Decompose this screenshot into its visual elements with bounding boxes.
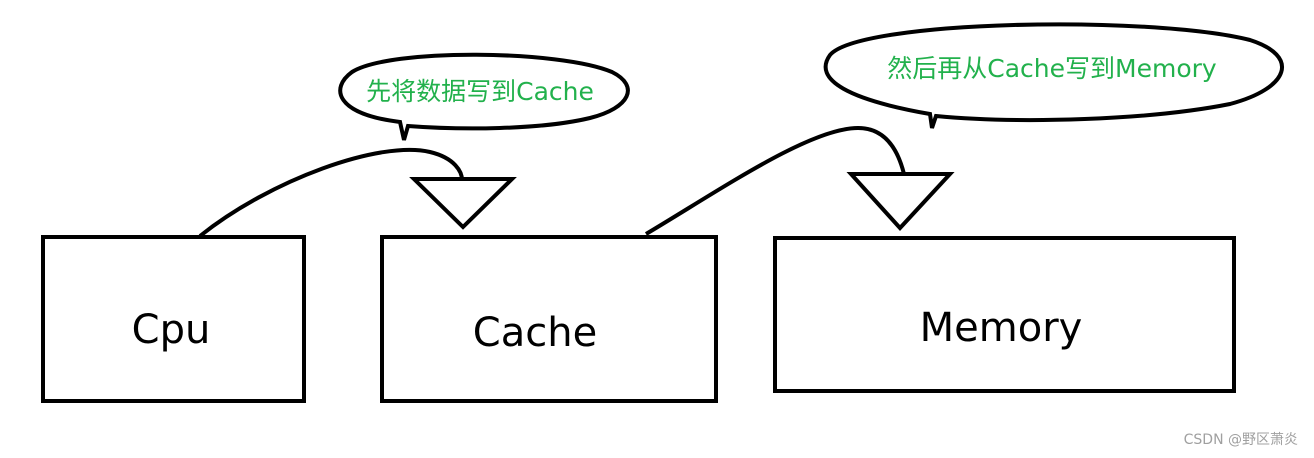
box-cpu: Cpu bbox=[41, 235, 306, 403]
callout-bubble-second: 然后再从Cache写到Memory bbox=[823, 22, 1284, 129]
arrow-cache-to-memory bbox=[644, 125, 955, 236]
callout-first-text: 先将数据写到Cache bbox=[366, 77, 594, 106]
arrow-cache-to-memory-head bbox=[846, 172, 955, 231]
arrow-cpu-to-cache-curve bbox=[198, 147, 464, 238]
box-cache-label: Cache bbox=[473, 310, 597, 356]
box-cpu-label: Cpu bbox=[132, 307, 211, 353]
write-through-diagram: 先将数据写到Cache 然后再从Cache写到Memory Cpu Cache … bbox=[41, 22, 1298, 448]
arrow-cpu-to-cache bbox=[198, 147, 517, 238]
arrow-cpu-to-cache-head bbox=[409, 177, 517, 230]
callout-second-text: 然后再从Cache写到Memory bbox=[887, 54, 1217, 83]
box-memory-label: Memory bbox=[920, 305, 1083, 351]
box-memory: Memory bbox=[773, 236, 1236, 393]
box-cache: Cache bbox=[380, 235, 718, 403]
watermark-text: CSDN @野区萧炎 bbox=[1184, 432, 1298, 448]
callout-bubble-first: 先将数据写到Cache bbox=[338, 52, 630, 141]
